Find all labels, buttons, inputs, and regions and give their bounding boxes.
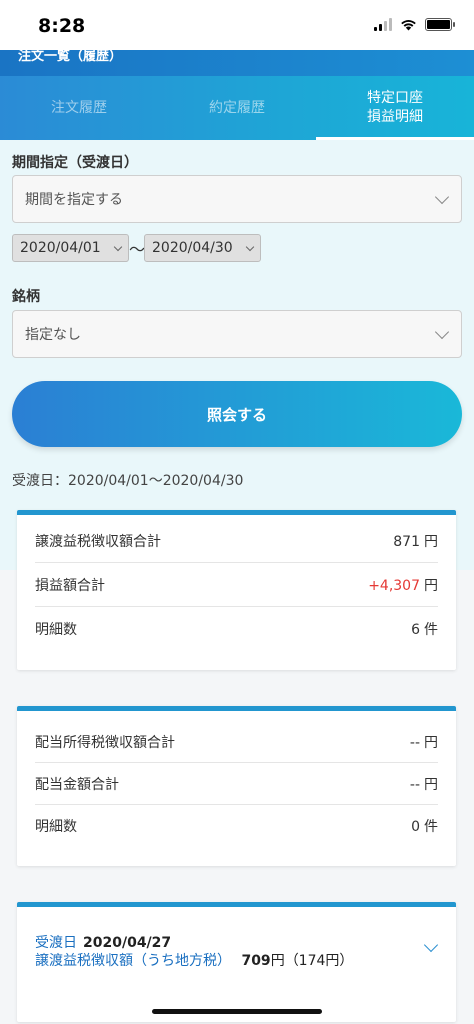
row-label: 明細数 bbox=[35, 622, 77, 638]
chevron-down-icon bbox=[434, 189, 450, 205]
summary-row: 配当所得税徴収額合計 -- 円 bbox=[35, 721, 438, 763]
stock-select[interactable]: 指定なし bbox=[12, 310, 462, 358]
detail-date-line: 受渡日 2020/04/27 bbox=[35, 932, 171, 952]
date-from-select[interactable]: 2020/04/01 bbox=[12, 234, 129, 262]
header-bar: 注文一覧（履歴） bbox=[0, 50, 474, 76]
chevron-down-icon[interactable] bbox=[423, 937, 439, 953]
period-select[interactable]: 期間を指定する bbox=[12, 175, 462, 223]
battery-icon bbox=[425, 18, 455, 31]
tab-specific-account-pl-label: 特定口座 損益明細 bbox=[367, 90, 423, 125]
detail-tax-label: 譲渡益税徴収額（うち地方税） bbox=[35, 953, 231, 969]
row-label: 譲渡益税徴収額合計 bbox=[35, 533, 161, 550]
detail-tax-value: 709 bbox=[241, 953, 271, 969]
summary-row: 損益額合計 +4,307 円 bbox=[35, 563, 438, 607]
tab-order-history[interactable]: 注文履歴 bbox=[0, 76, 158, 140]
submit-query-label: 照会する bbox=[206, 405, 267, 424]
row-label: 配当金額合計 bbox=[35, 776, 119, 793]
row-value: 0件 bbox=[411, 819, 438, 835]
summary-row: 譲渡益税徴収額合計 871 円 bbox=[35, 519, 438, 563]
detail-date-label: 受渡日 bbox=[35, 935, 77, 951]
dividend-summary-card: 配当所得税徴収額合計 -- 円 配当金額合計 -- 円 明細数 0件 bbox=[17, 706, 456, 866]
summary-row: 配当金額合計 -- 円 bbox=[35, 763, 438, 805]
filter-form: 期間指定（受渡日） 期間を指定する 2020/04/01 〜 2020/04/3… bbox=[0, 140, 474, 570]
row-value: -- 円 bbox=[409, 734, 438, 751]
period-label: 期間指定（受渡日） bbox=[12, 155, 138, 171]
row-value: +4,307 円 bbox=[368, 577, 438, 594]
receive-date-range: 受渡日：2020/04/01〜2020/04/30 bbox=[12, 473, 244, 489]
tab-specific-account-pl[interactable]: 特定口座 損益明細 bbox=[316, 76, 474, 140]
period-select-value: 期間を指定する bbox=[25, 192, 123, 208]
row-value: 871 円 bbox=[393, 533, 438, 550]
stock-select-value: 指定なし bbox=[25, 327, 81, 343]
status-icons bbox=[374, 18, 455, 31]
detail-date: 2020/04/27 bbox=[83, 935, 172, 951]
detail-tax-line: 譲渡益税徴収額（うち地方税） 709円（174円） bbox=[35, 950, 353, 970]
detail-tax-unit: 円 bbox=[270, 953, 285, 969]
row-label: 損益額合計 bbox=[35, 577, 105, 594]
chevron-down-icon bbox=[434, 324, 450, 340]
date-from-value: 2020/04/01 bbox=[20, 240, 101, 256]
summary-row: 明細数 6件 bbox=[35, 607, 438, 651]
status-bar: 8:28 bbox=[0, 0, 474, 50]
chevron-down-icon bbox=[113, 242, 123, 252]
detail-card[interactable]: 受渡日 2020/04/27 譲渡益税徴収額（うち地方税） 709円（174円） bbox=[17, 902, 456, 1022]
date-to-value: 2020/04/30 bbox=[152, 240, 233, 256]
transfer-summary-card: 譲渡益税徴収額合計 871 円 損益額合計 +4,307 円 明細数 6件 bbox=[17, 510, 456, 670]
row-label: 明細数 bbox=[35, 819, 77, 835]
date-to-select[interactable]: 2020/04/30 bbox=[144, 234, 261, 262]
page-title: 注文一覧（履歴） bbox=[18, 49, 123, 64]
tab-bar: 注文履歴 約定履歴 特定口座 損益明細 bbox=[0, 76, 474, 140]
detail-local-tax: （174円） bbox=[284, 953, 354, 969]
row-value: -- 円 bbox=[409, 776, 438, 793]
submit-query-button[interactable]: 照会する bbox=[12, 381, 462, 447]
row-value: 6件 bbox=[411, 622, 438, 638]
row-label: 配当所得税徴収額合計 bbox=[35, 734, 175, 751]
home-indicator bbox=[152, 1009, 322, 1014]
date-range-tilde: 〜 bbox=[129, 240, 146, 259]
status-time: 8:28 bbox=[38, 15, 86, 37]
wifi-icon bbox=[401, 20, 416, 31]
summary-row: 明細数 0件 bbox=[35, 805, 438, 847]
chevron-down-icon bbox=[245, 242, 255, 252]
stock-label: 銘柄 bbox=[12, 289, 40, 305]
tab-execution-history[interactable]: 約定履歴 bbox=[158, 76, 316, 140]
cellular-signal-icon bbox=[374, 18, 392, 31]
